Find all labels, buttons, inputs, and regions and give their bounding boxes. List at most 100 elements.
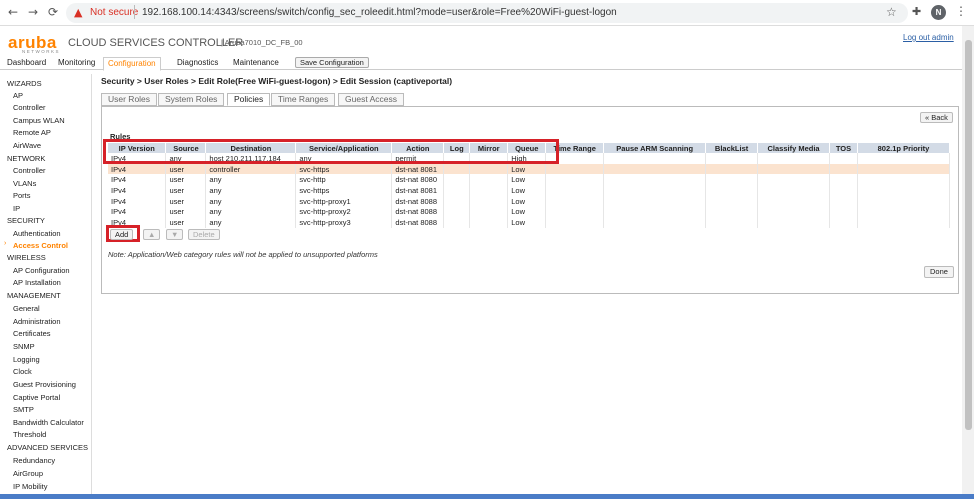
- delete-button[interactable]: Delete: [188, 229, 220, 240]
- url-text[interactable]: 192.168.100.14:4343/screens/switch/confi…: [142, 7, 617, 18]
- sidebar-item-access-control[interactable]: Access Control: [13, 241, 68, 250]
- sidebar-item-controller[interactable]: Controller: [13, 166, 46, 175]
- bookmark-star-icon[interactable]: ☆: [886, 5, 897, 19]
- profile-avatar[interactable]: N: [931, 5, 946, 20]
- reload-icon[interactable]: ⟳: [46, 5, 60, 19]
- tab-configuration[interactable]: Configuration: [103, 57, 161, 71]
- cell-log: [443, 195, 471, 207]
- cell-service-application: svc-http-proxy1: [295, 195, 393, 207]
- sidebar-item-remote-ap[interactable]: Remote AP: [13, 128, 51, 137]
- sidebar-item-ap[interactable]: AP: [13, 91, 23, 100]
- add-button[interactable]: Add: [110, 229, 134, 240]
- cell-blacklist: [705, 153, 759, 164]
- tab-diagnostics[interactable]: Diagnostics: [173, 57, 222, 70]
- sidebar-item-campus-wlan[interactable]: Campus WLAN: [13, 116, 65, 125]
- sidebar-item-guest-provisioning[interactable]: Guest Provisioning: [13, 380, 76, 389]
- sidebar-item-authentication[interactable]: Authentication: [13, 229, 61, 238]
- browser-menu-icon[interactable]: ⋮: [955, 4, 967, 18]
- cell-tos: [829, 153, 858, 164]
- tab-time-ranges[interactable]: Time Ranges: [271, 93, 336, 106]
- table-row[interactable]: IPv4 user any svc-http-proxy3 dst-nat 8088 Lo…: [108, 217, 950, 228]
- cell-tos: [829, 174, 858, 186]
- sidebar-item-captive-portal[interactable]: Captive Portal: [13, 393, 60, 402]
- sidebar-item-vlans[interactable]: VLANs: [13, 179, 36, 188]
- save-configuration-button[interactable]: Save Configuration: [295, 57, 369, 68]
- back-arrow-icon[interactable]: ←: [6, 5, 20, 19]
- cell-mirror: [469, 163, 509, 175]
- tab-policies[interactable]: Policies: [227, 93, 271, 106]
- tab-system-roles[interactable]: System Roles: [158, 93, 225, 106]
- cell-log: [443, 163, 471, 175]
- table-row[interactable]: IPv4 user controller svc-https dst-nat 8081 L…: [108, 163, 950, 175]
- sidebar-item-administration[interactable]: Administration: [13, 317, 61, 326]
- cell-source: user: [165, 206, 207, 218]
- column-header-802-1p-priority[interactable]: 802.1p Priority: [857, 143, 950, 153]
- sidebar-item-smtp[interactable]: SMTP: [13, 405, 34, 414]
- sidebar-item-ip-mobility[interactable]: IP Mobility: [13, 482, 47, 491]
- sidebar-item-airgroup[interactable]: AirGroup: [13, 469, 43, 478]
- top-navigation: Dashboard Monitoring Configuration Diagn…: [0, 56, 974, 71]
- back-button[interactable]: « Back: [920, 112, 953, 123]
- sidebar-item-certificates[interactable]: Certificates: [13, 329, 51, 338]
- sidebar-item-bandwidth-calculator[interactable]: Bandwidth Calculator: [13, 418, 84, 427]
- sidebar-item-ap-configuration[interactable]: AP Configuration: [13, 266, 70, 275]
- done-button[interactable]: Done: [924, 266, 954, 278]
- cell-mirror: [469, 206, 509, 218]
- cell-queue: Low: [507, 206, 547, 218]
- cell-action: dst-nat 8088: [391, 217, 445, 228]
- cell-tos: [829, 195, 858, 207]
- sidebar-item-clock[interactable]: Clock: [13, 367, 32, 376]
- cell-802-1p-priority: [857, 217, 950, 228]
- table-row[interactable]: IPv4 user any svc-http dst-nat 8080 Low: [108, 174, 950, 186]
- tab-dashboard[interactable]: Dashboard: [3, 57, 50, 70]
- sidebar-item-redundancy[interactable]: Redundancy: [13, 456, 55, 465]
- cell-ip-version: IPv4: [108, 185, 167, 196]
- table-row[interactable]: IPv4 user any svc-http-proxy1 dst-nat 8088 Lo…: [108, 195, 950, 207]
- column-header-tos[interactable]: TOS: [829, 143, 858, 153]
- cell-log: [443, 185, 471, 196]
- table-row[interactable]: IPv4 user any svc-https dst-nat 8081 Low: [108, 185, 950, 196]
- sidebar-item-general[interactable]: General: [13, 304, 40, 313]
- column-header-classify-media[interactable]: Classify Media: [757, 143, 831, 153]
- cell-time-range: [545, 206, 605, 218]
- address-bar[interactable]: ▲ Not secure 192.168.100.14:4343/screens…: [66, 3, 908, 23]
- sidebar-item-ip[interactable]: IP: [13, 204, 20, 213]
- move-down-button[interactable]: ▼: [166, 229, 184, 240]
- extensions-icon[interactable]: ✚: [912, 5, 921, 18]
- annotation-highlight-rule: [103, 139, 559, 164]
- column-header-pause-arm-scanning[interactable]: Pause ARM Scanning: [603, 143, 707, 153]
- cell-classify-media: [757, 185, 831, 196]
- forward-arrow-icon[interactable]: →: [26, 5, 40, 19]
- cell-classify-media: [757, 163, 831, 175]
- not-secure-label[interactable]: Not secure: [90, 7, 138, 18]
- sidebar-item-controller[interactable]: Controller: [13, 103, 46, 112]
- aruba-logo-sub: NETWORKS: [22, 49, 61, 54]
- sidebar-item-airwave[interactable]: AirWave: [13, 141, 41, 150]
- column-header-blacklist[interactable]: BlackList: [705, 143, 759, 153]
- cell-ip-version: IPv4: [108, 195, 167, 207]
- sidebar-section-management: MANAGEMENT: [7, 291, 61, 300]
- cell-802-1p-priority: [857, 153, 950, 164]
- sidebar-section-network: NETWORK: [7, 154, 46, 163]
- sidebar-item-logging[interactable]: Logging: [13, 355, 40, 364]
- move-up-button[interactable]: ▲: [143, 229, 161, 240]
- table-row[interactable]: IPv4 user any svc-http-proxy2 dst-nat 8088 Lo…: [108, 206, 950, 218]
- sidebar-section-wireless: WIRELESS: [7, 253, 46, 262]
- tab-monitoring[interactable]: Monitoring: [54, 57, 99, 70]
- sidebar-item-ports[interactable]: Ports: [13, 191, 31, 200]
- scrollbar-thumb[interactable]: [965, 40, 972, 430]
- sidebar-item-snmp[interactable]: SNMP: [13, 342, 35, 351]
- controller-name-text: Aruba7010_DC_FB_00: [224, 38, 303, 47]
- tab-user-roles[interactable]: User Roles: [101, 93, 158, 106]
- tab-maintenance[interactable]: Maintenance: [229, 57, 283, 70]
- cell-destination: controller: [205, 163, 297, 175]
- cell-queue: Low: [507, 195, 547, 207]
- cell-service-application: svc-https: [295, 185, 393, 196]
- tab-guest-access[interactable]: Guest Access: [338, 93, 404, 106]
- sidebar-item-threshold[interactable]: Threshold: [13, 430, 46, 439]
- bottom-border: [0, 494, 974, 499]
- cell-time-range: [545, 185, 605, 196]
- cell-classify-media: [757, 153, 831, 164]
- logout-link[interactable]: Log out admin: [903, 33, 954, 42]
- sidebar-item-ap-installation[interactable]: AP Installation: [13, 278, 61, 287]
